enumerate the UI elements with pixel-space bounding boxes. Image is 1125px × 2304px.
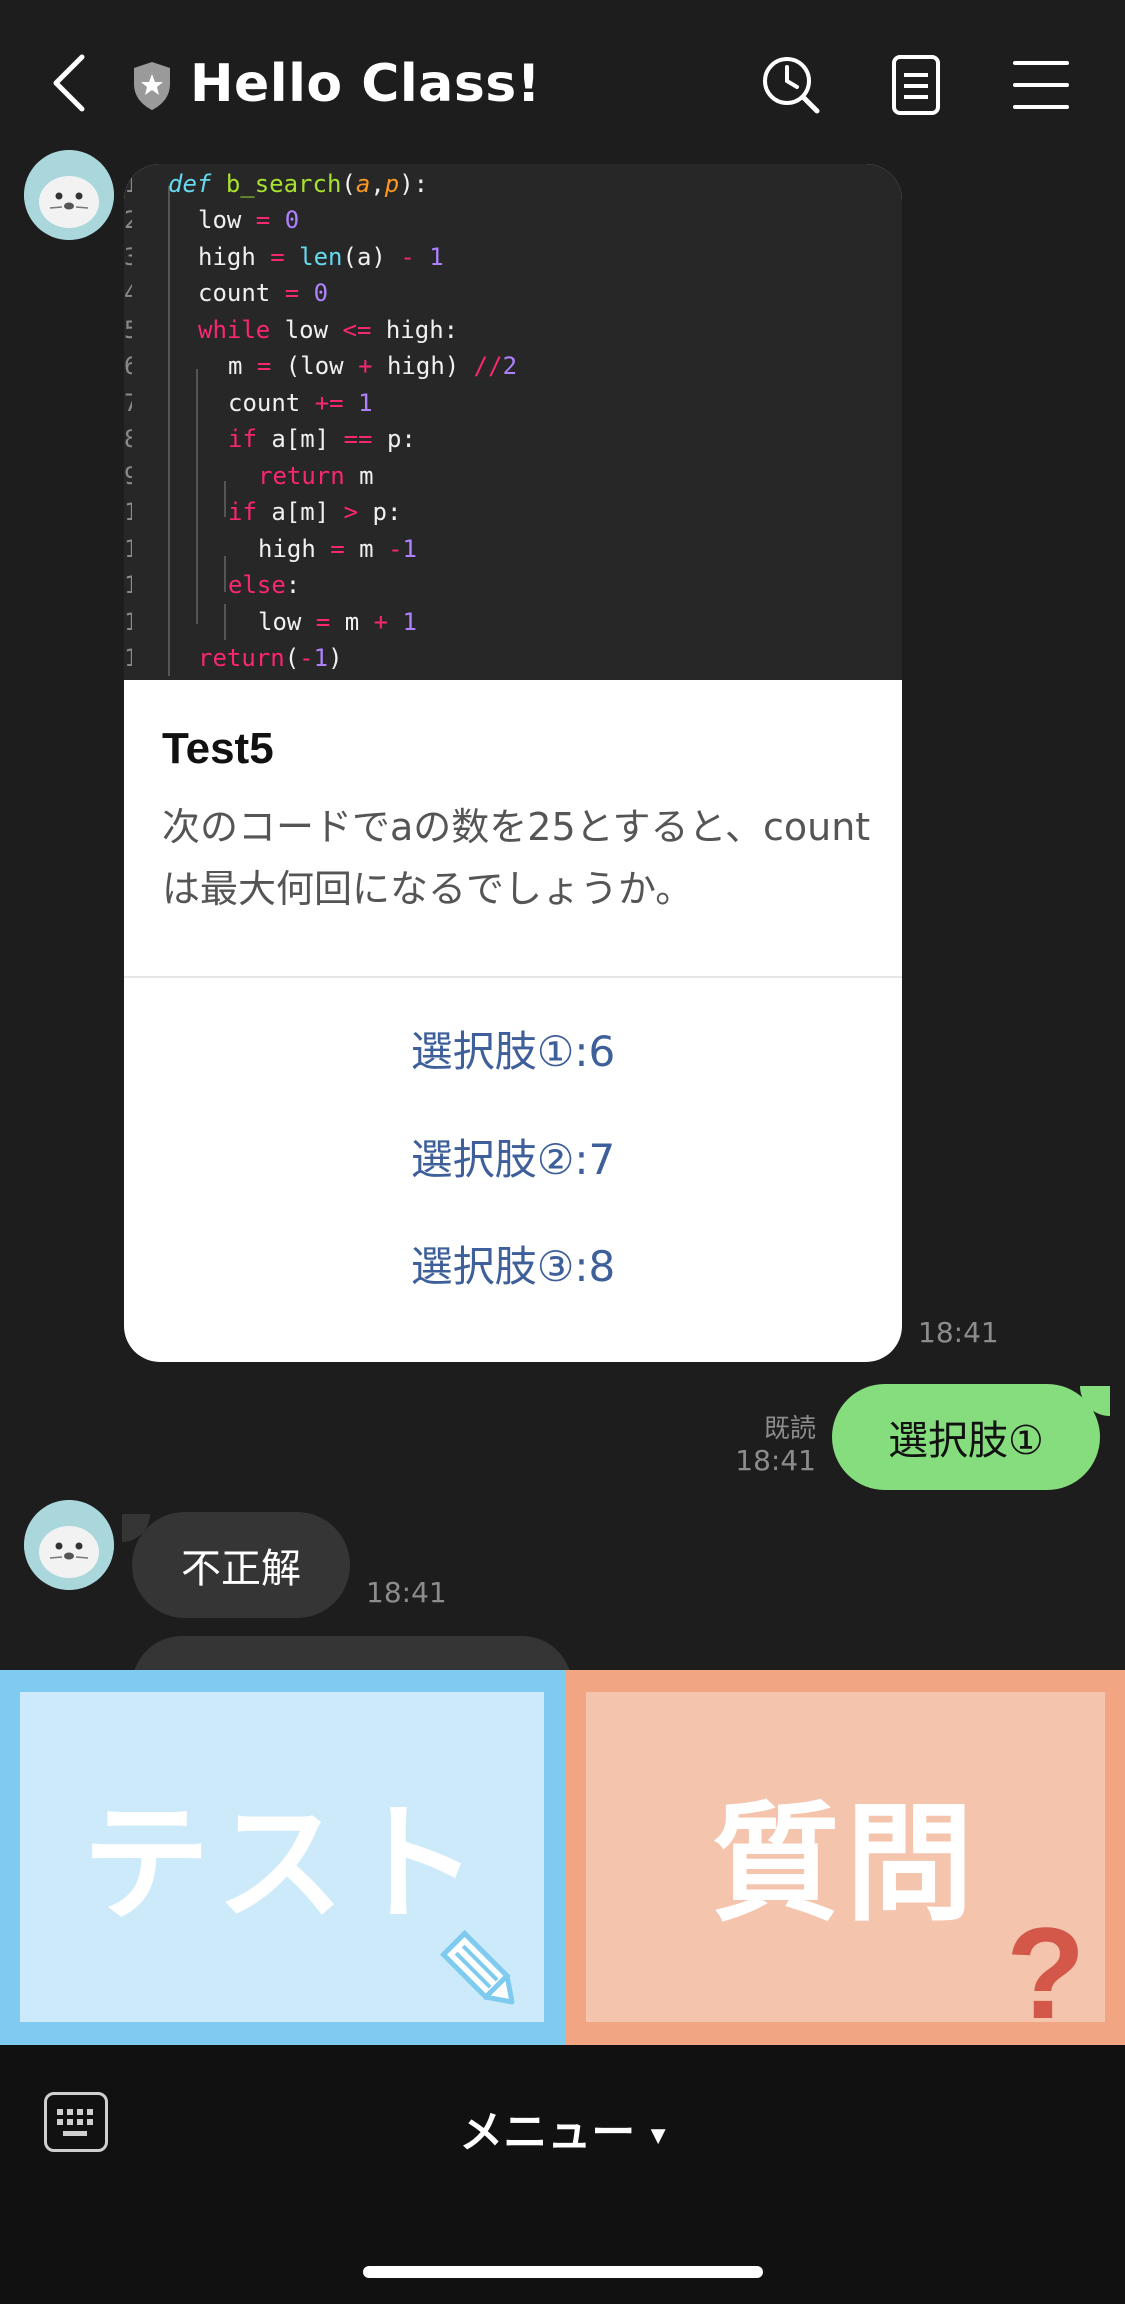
divider	[124, 976, 902, 978]
menu-toggle[interactable]: メニュー ▾	[0, 2096, 1125, 2160]
sent-message-bubble[interactable]: 選択肢①	[832, 1384, 1100, 1490]
test-tile-label: テスト	[81, 1790, 484, 1939]
menu-label: メニュー	[459, 2107, 636, 2158]
pencil-icon	[439, 1929, 515, 2005]
received-message-bubble[interactable]: 不正解	[132, 1512, 350, 1618]
home-indicator	[363, 2266, 763, 2278]
hamburger-menu-icon	[1013, 61, 1069, 109]
card-question: 次のコードでaの数を25とすると、countは最大何回になるでしょうか。	[162, 805, 871, 911]
notes-button[interactable]	[881, 50, 951, 120]
menu-button[interactable]	[1006, 50, 1076, 120]
message-timestamp: 18:41	[735, 1444, 816, 1477]
shield-star-icon	[130, 60, 174, 112]
message-timestamp: 18:41	[918, 1316, 999, 1349]
choice-button-3[interactable]: 選択肢③:8	[124, 1233, 902, 1294]
message-timestamp: 18:41	[366, 1576, 447, 1609]
choice-button-1[interactable]: 選択肢①:6	[124, 1018, 902, 1079]
code-snippet-image: 1 def b_search(a,p): 2 low = 0 3 high = len…	[124, 164, 902, 680]
test-menu-tile[interactable]: テスト	[0, 1670, 566, 2045]
back-button[interactable]	[28, 28, 108, 138]
question-menu-tile[interactable]: 質問 ?	[566, 1670, 1125, 2045]
chat-title: Hello Class!	[190, 54, 541, 114]
choice-button-2[interactable]: 選択肢②:7	[124, 1126, 902, 1187]
chevron-down-icon: ▾	[650, 2117, 666, 2153]
rich-menu: テスト 質問 ?	[0, 1670, 1125, 2045]
seal-avatar-icon	[24, 150, 114, 240]
avatar[interactable]	[24, 1500, 114, 1590]
search-button[interactable]	[756, 50, 826, 120]
notes-icon	[892, 55, 940, 115]
back-chevron-icon	[53, 54, 85, 112]
seal-avatar-icon	[24, 1500, 114, 1590]
question-mark-icon: ?	[1006, 1900, 1086, 2046]
read-receipt: 既読	[763, 1414, 816, 1444]
quiz-card: 1 def b_search(a,p): 2 low = 0 3 high = len…	[124, 164, 902, 1362]
avatar[interactable]	[24, 150, 114, 240]
card-title: Test5	[162, 724, 274, 773]
search-clock-icon	[763, 57, 820, 114]
